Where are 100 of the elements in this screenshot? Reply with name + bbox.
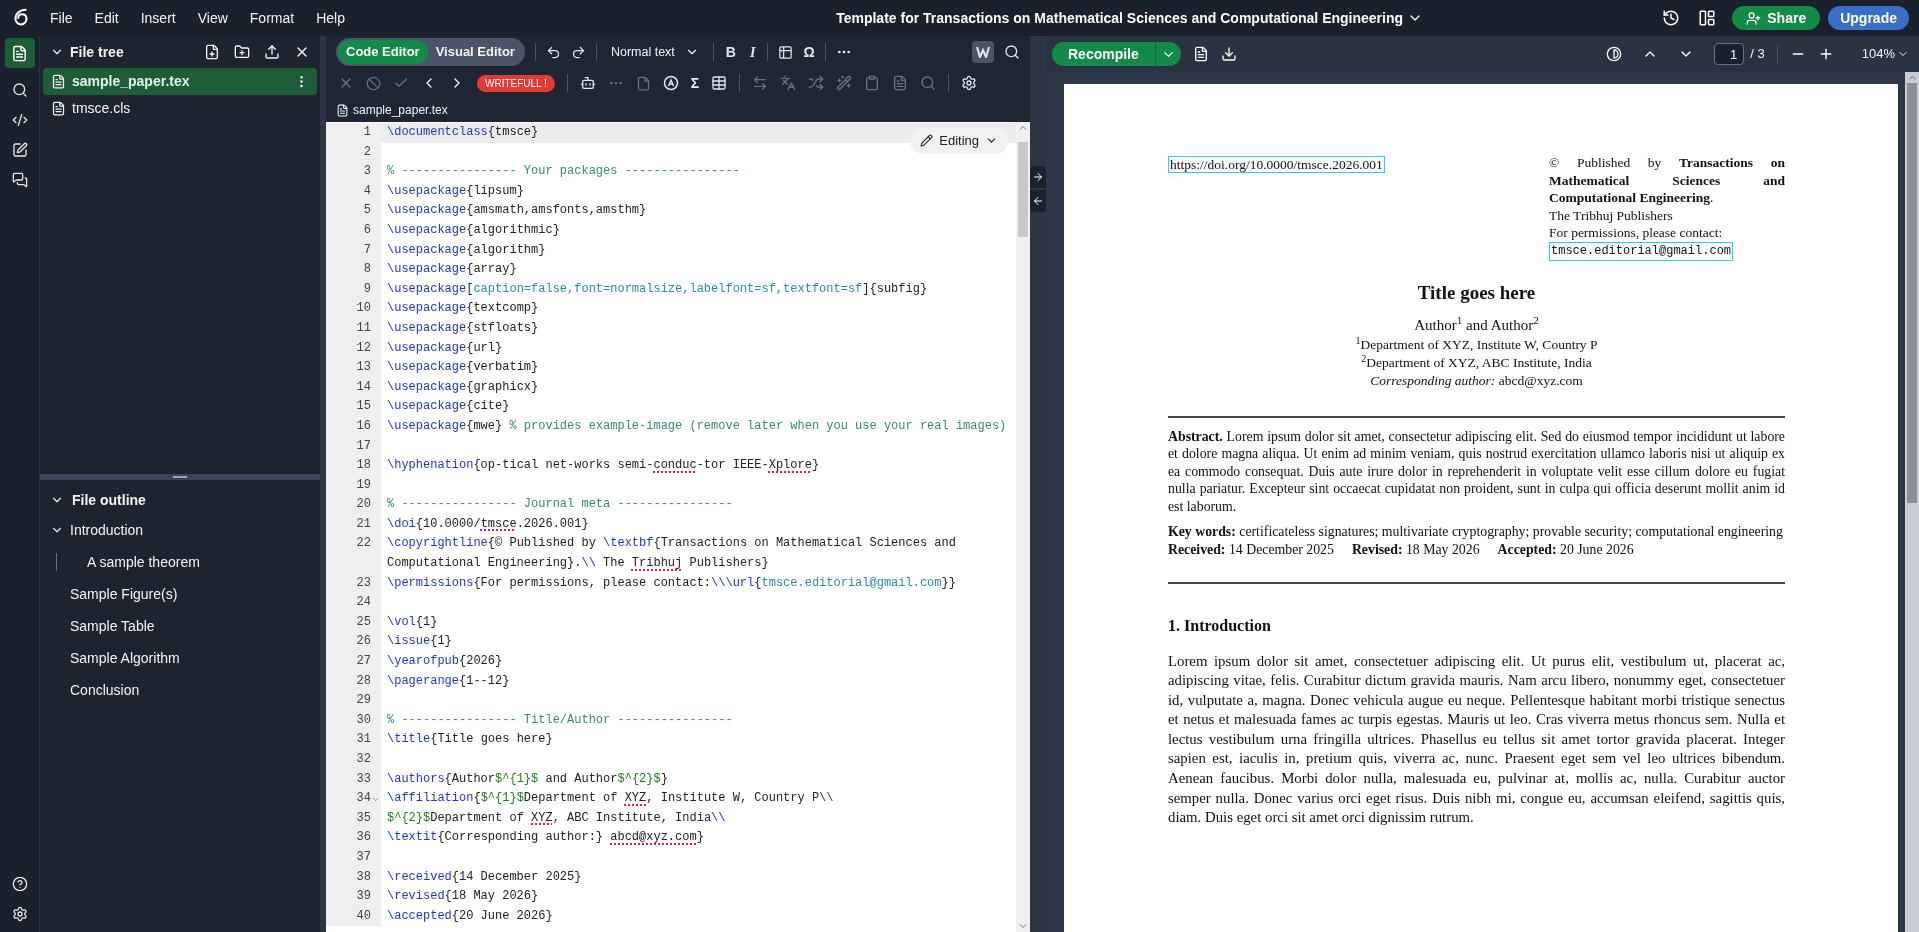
- code-line: \received{14 December 2025}: [386, 868, 582, 886]
- redo-icon[interactable]: [570, 44, 586, 60]
- paper-title: Title goes here: [1417, 281, 1536, 305]
- bold-button[interactable]: B: [723, 41, 738, 63]
- paper-authors: Author$^{1}$ and Author$^{2}$: [1414, 313, 1539, 335]
- menu-item[interactable]: Insert: [140, 7, 176, 29]
- menu-item[interactable]: Help: [316, 7, 345, 29]
- line-number: 33: [356, 770, 371, 788]
- date-entry: Received: 14 December 2025: [1168, 540, 1334, 558]
- affiliation-line: $^{1}$Department of XYZ, Institute W, Country P: [1355, 336, 1598, 354]
- mode-tab[interactable]: Code Editor: [338, 40, 428, 64]
- reject-icon[interactable]: [366, 75, 381, 91]
- circled-a-icon[interactable]: [662, 75, 679, 91]
- menu-item[interactable]: View: [197, 7, 228, 29]
- document-icon: [51, 101, 66, 116]
- line-number: 35: [356, 809, 371, 827]
- line-number: 21: [356, 515, 371, 533]
- math-button[interactable]: Σ: [690, 72, 700, 94]
- outline-item[interactable]: Introduction: [70, 519, 144, 541]
- file-icon[interactable]: [635, 75, 651, 91]
- wand-icon[interactable]: [836, 75, 853, 91]
- writefull-badge[interactable]: WRITEFULL !: [477, 74, 555, 92]
- shuffle-icon[interactable]: [808, 75, 825, 91]
- line-number: 24: [356, 594, 371, 612]
- document-icon[interactable]: [892, 75, 909, 91]
- zoom-dropdown[interactable]: 104%: [1861, 44, 1909, 64]
- date-entry: Revised: 18 May 2026: [1351, 540, 1480, 558]
- code-line: \usepackage{graphicx}: [386, 378, 539, 396]
- upload-icon[interactable]: [264, 44, 280, 60]
- file-tree-tab[interactable]: [4, 38, 35, 68]
- logs-icon[interactable]: [1192, 46, 1209, 62]
- upgrade-button[interactable]: Upgrade: [1828, 6, 1909, 30]
- contrast-icon[interactable]: [1606, 46, 1623, 62]
- email-link[interactable]: tmsce.editorial@gmail.com: [1549, 241, 1734, 261]
- affiliation-line: Corresponding author: abcd@xyz.com: [1370, 372, 1583, 390]
- outline-item[interactable]: Sample Table: [70, 615, 155, 637]
- line-number: 6: [363, 221, 371, 239]
- recompile-button[interactable]: Recompile: [1052, 42, 1181, 66]
- writefull-toggle[interactable]: [972, 41, 994, 63]
- line-number: 14: [356, 378, 371, 396]
- document-icon: [11, 44, 28, 62]
- line-number: 13: [356, 359, 371, 377]
- tree-entry[interactable]: tmsce.cls: [43, 95, 317, 122]
- share-button[interactable]: Share: [1732, 6, 1821, 30]
- code-icon[interactable]: [11, 112, 28, 128]
- code-line: \permissions{For permissions, please contact:\\\url{tmsce.editorial@gmail.com}}: [386, 574, 956, 592]
- settings-icon[interactable]: [961, 75, 978, 91]
- outline-item[interactable]: Sample Figure(s): [70, 583, 178, 605]
- date-entry: Accepted: 20 June 2026: [1497, 540, 1634, 558]
- file-tab[interactable]: sample_paper.tex: [353, 101, 448, 119]
- line-number: 19: [356, 476, 371, 494]
- outline-item[interactable]: Conclusion: [70, 679, 140, 701]
- layout-icon[interactable]: [1698, 9, 1717, 27]
- new-folder-icon[interactable]: [234, 44, 250, 60]
- undo-icon[interactable]: [545, 44, 561, 60]
- scrollbar-thumb[interactable]: [1907, 83, 1917, 503]
- menu-item[interactable]: File: [50, 7, 73, 29]
- outline-item[interactable]: Sample Algorithm: [70, 647, 180, 669]
- download-icon[interactable]: [1220, 46, 1237, 62]
- review-icon[interactable]: [11, 142, 28, 158]
- expand-pdf-button[interactable]: [1030, 166, 1046, 188]
- menu-item[interactable]: Edit: [94, 7, 119, 29]
- code-line: \hyphenation{op-tical net-works semi-conduc-tor IEEE-Xplore}: [386, 457, 820, 475]
- doi-link[interactable]: https://doi.org/10.0000/tmsce.2026.001: [1168, 156, 1385, 173]
- line-number: 26: [356, 633, 371, 651]
- table-icon[interactable]: [778, 44, 794, 60]
- code-line: \usepackage{mwe} % provides example-image (remove later when you use your real images): [386, 417, 1007, 435]
- italic-button[interactable]: I: [747, 41, 758, 63]
- search-icon[interactable]: [11, 82, 28, 98]
- chat-icon[interactable]: [11, 172, 28, 188]
- text-style-dropdown[interactable]: Normal text: [606, 42, 703, 62]
- tree-entry[interactable]: sample_paper.tex: [43, 68, 317, 95]
- line-number: 8: [363, 261, 371, 279]
- project-title[interactable]: Template for Transactions on Mathematical Sciences and Computational Engineering: [836, 7, 1404, 29]
- expand-editor-button[interactable]: [1030, 190, 1046, 212]
- swap-icon[interactable]: [752, 75, 769, 91]
- line-number: 2: [363, 143, 371, 161]
- symbol-button[interactable]: Ω: [803, 41, 815, 63]
- new-file-icon[interactable]: [204, 44, 220, 60]
- line-number: 11: [356, 319, 371, 337]
- menu-item[interactable]: Format: [249, 7, 295, 29]
- scrollbar-thumb[interactable]: [1018, 142, 1028, 237]
- help-icon[interactable]: [11, 876, 28, 892]
- clipboard-icon[interactable]: [864, 75, 881, 91]
- outline-item[interactable]: A sample theorem: [87, 551, 200, 573]
- history-icon[interactable]: [1662, 9, 1681, 27]
- abstract-text: Abstract. Lorem ipsum dolor sit amet, consectetur adipiscing elit. Sed do eiusmod tempor incididunt ut labore et dolore magna aliqua. Ut enim ad minim veniam, quis nostrud exercitation ullamco laboris nisi ut aliquip ex ea commodo consequat. Duis aute irure dolor in reprehenderit in voluptate velit esse cillum dolore eu fugiat nulla pariatur. Excepteur sint occaecat cupidatat non proident, sunt in culpa qui officia deserunt mollit anim id est laborum.: [1168, 427, 1785, 515]
- code-line: \revised{18 May 2026}: [386, 888, 539, 906]
- robot-icon[interactable]: [579, 75, 596, 91]
- mode-tab[interactable]: Visual Editor: [427, 40, 523, 64]
- editing-menu[interactable]: Editing: [910, 128, 1008, 154]
- line-number: 3: [363, 163, 371, 181]
- line-number: 29: [356, 692, 371, 710]
- settings-icon[interactable]: [11, 906, 28, 922]
- line-number: 31: [356, 731, 371, 749]
- pencil-icon: [920, 134, 934, 148]
- translate-icon[interactable]: [780, 75, 797, 91]
- search-icon[interactable]: [1004, 44, 1020, 60]
- page-field[interactable]: 1: [1714, 43, 1745, 65]
- table-icon[interactable]: [711, 75, 728, 91]
